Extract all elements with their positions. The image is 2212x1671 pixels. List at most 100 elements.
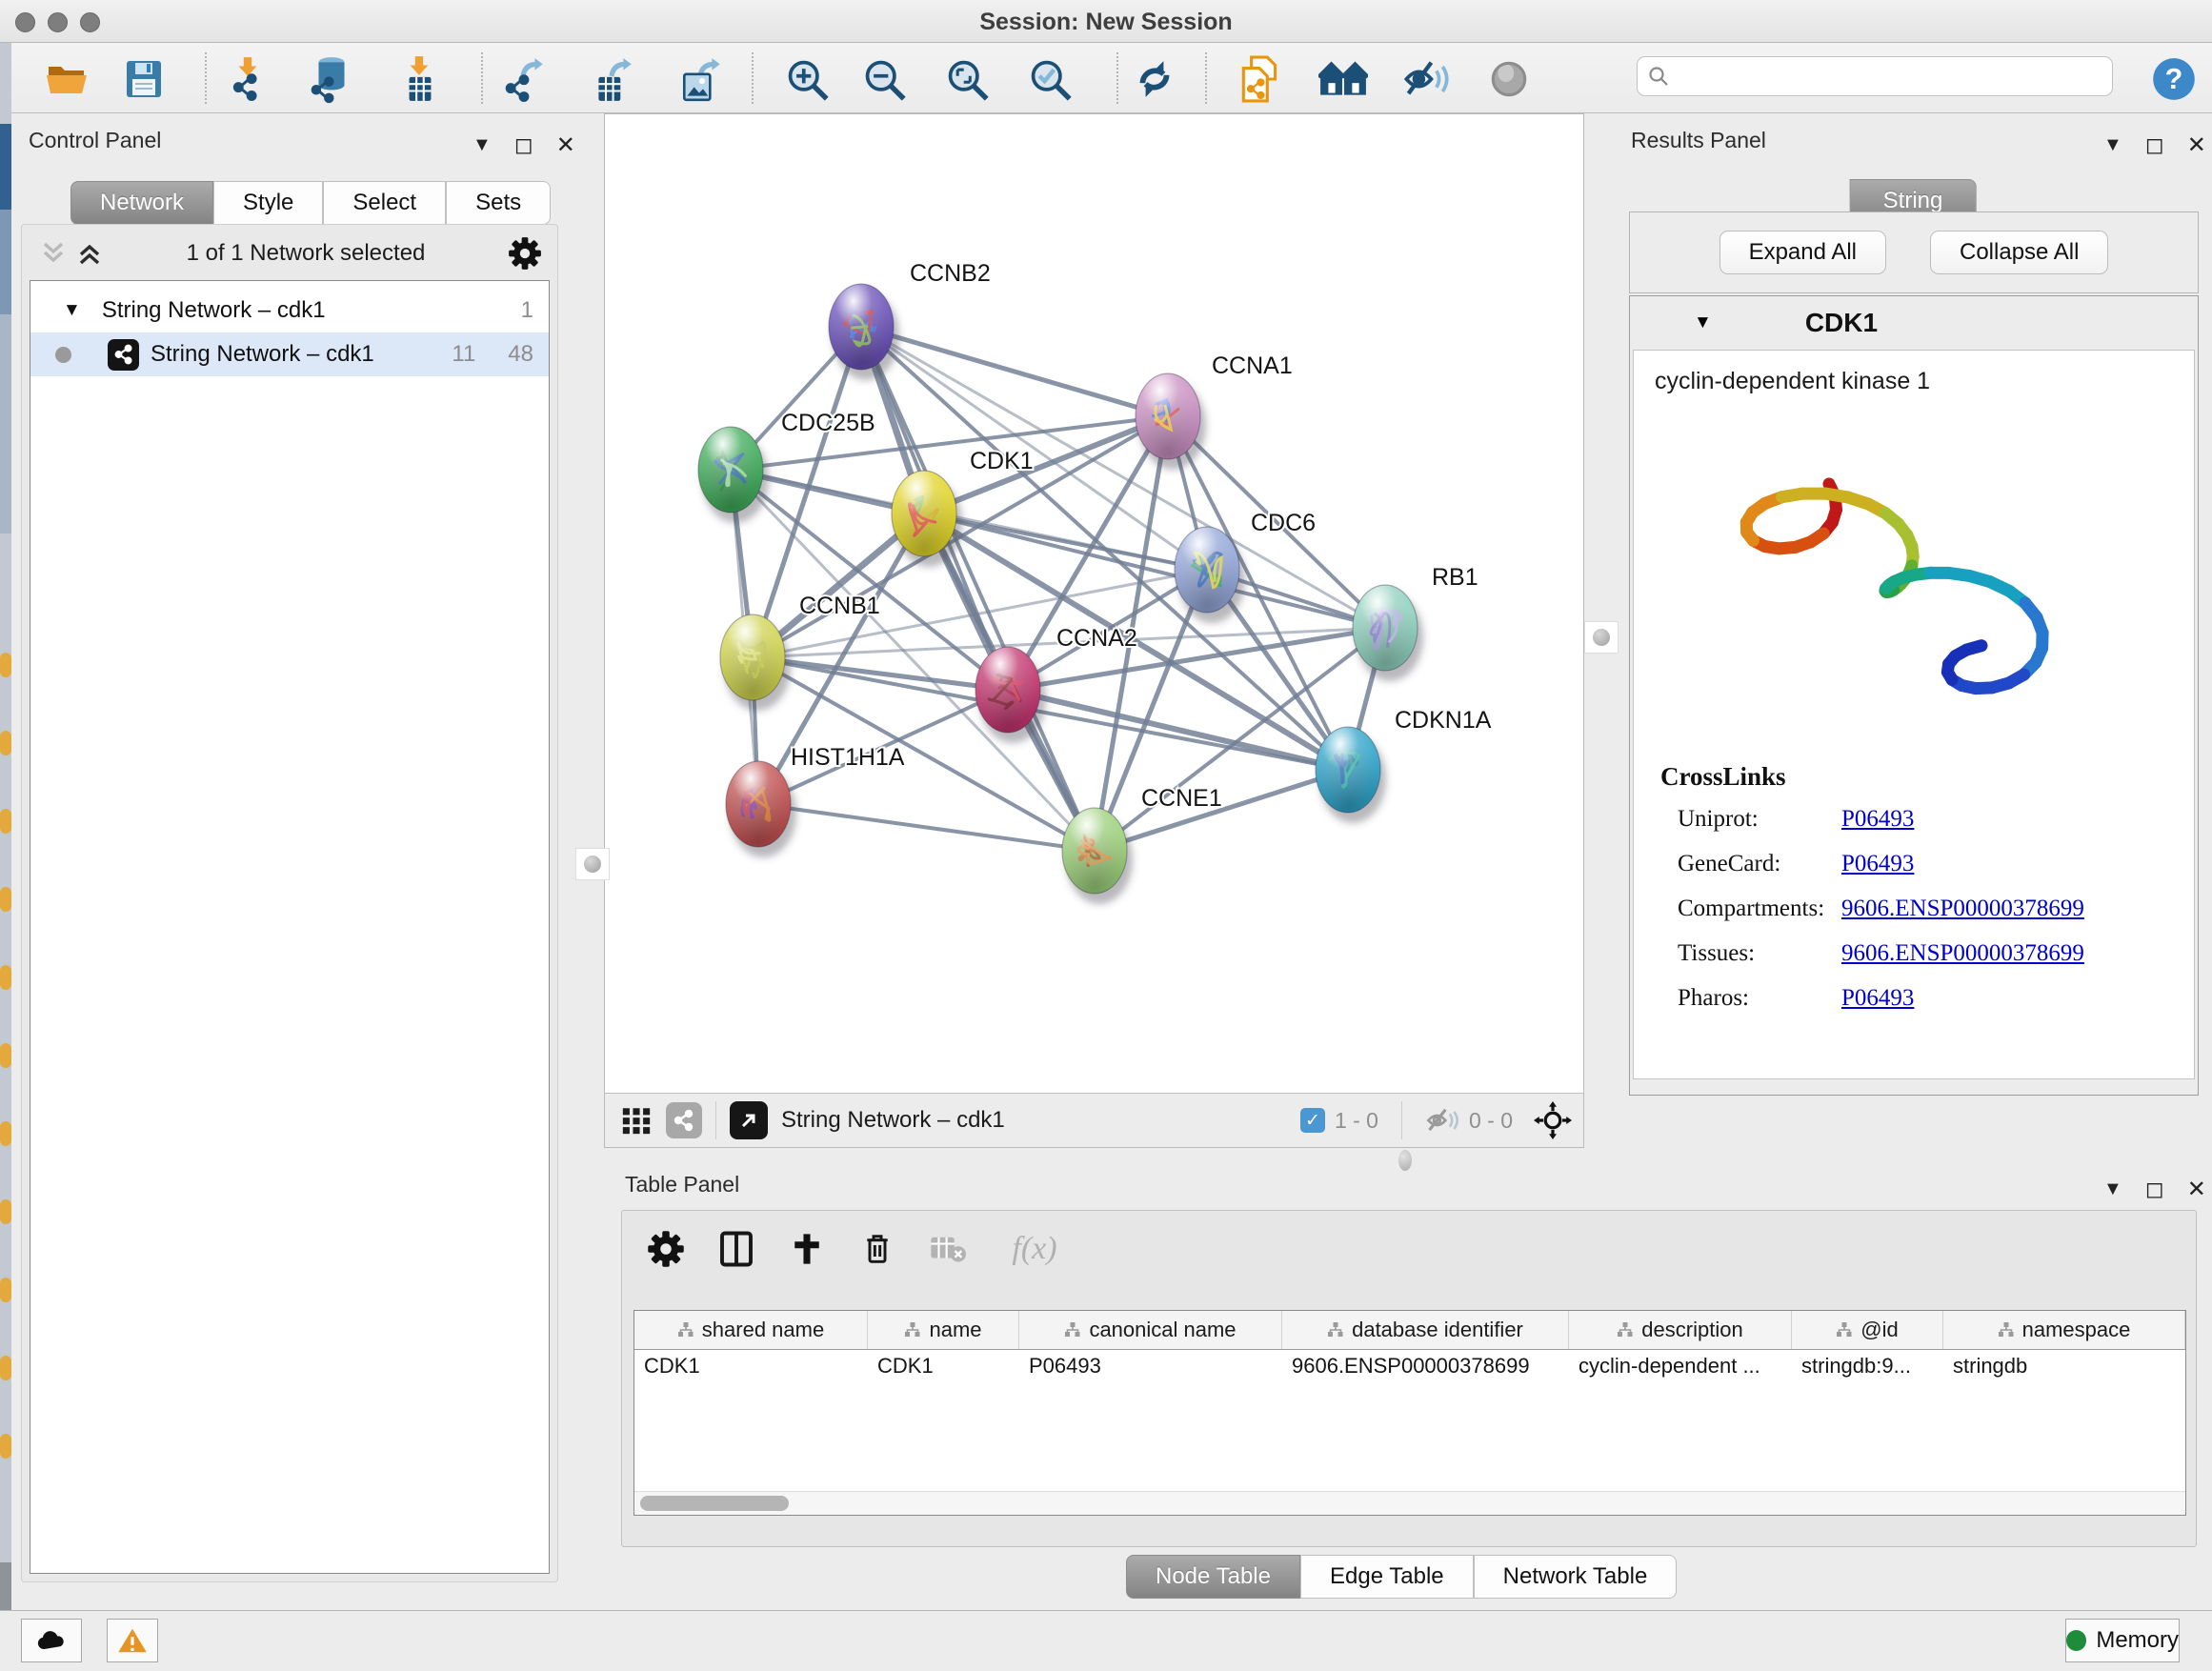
collapse-all-button[interactable]: Collapse All bbox=[1930, 231, 2108, 274]
save-session-icon[interactable] bbox=[119, 54, 169, 104]
right-splitter-handle[interactable] bbox=[1584, 621, 1619, 654]
zoom-in-icon[interactable] bbox=[782, 54, 832, 104]
help-icon[interactable]: ? bbox=[2149, 54, 2199, 104]
collection-collapse-icon[interactable]: ▼ bbox=[63, 300, 81, 321]
left-splitter-handle[interactable] bbox=[575, 848, 610, 880]
crosslink-link[interactable]: P06493 bbox=[1841, 806, 1914, 833]
search-icon bbox=[1647, 65, 1670, 88]
network-collection-row[interactable]: ▼ String Network – cdk1 1 bbox=[30, 289, 549, 332]
node-label-CCNA2: CCNA2 bbox=[1056, 625, 1137, 652]
network-node-CCNA2[interactable] bbox=[975, 647, 1046, 743]
tab-network-table[interactable]: Network Table bbox=[1474, 1555, 1678, 1599]
crosslink-label: Tissues: bbox=[1678, 940, 1755, 967]
network-node-HIST1H1A[interactable] bbox=[726, 761, 796, 857]
show-all-icon[interactable] bbox=[1484, 54, 1534, 104]
table-cell: stringdb:9... bbox=[1792, 1349, 1943, 1383]
refresh-icon[interactable] bbox=[1130, 54, 1179, 104]
network-node-CCNB1[interactable] bbox=[720, 614, 791, 711]
import-network-database-icon[interactable] bbox=[307, 54, 356, 104]
tab-sets[interactable]: Sets bbox=[446, 181, 551, 225]
import-network-file-icon[interactable] bbox=[224, 54, 273, 104]
collapse-all-networks-icon[interactable] bbox=[39, 240, 68, 267]
scrollbar-thumb[interactable] bbox=[640, 1496, 789, 1511]
column-header-id[interactable]: @id bbox=[1792, 1311, 1943, 1349]
network-node-RB1[interactable] bbox=[1353, 585, 1423, 681]
open-in-window-icon[interactable] bbox=[730, 1101, 768, 1139]
table-cell: P06493 bbox=[1019, 1349, 1282, 1383]
results-panel-menu-icon[interactable]: ▼ bbox=[2103, 134, 2122, 156]
results-panel-float-icon[interactable]: ◻ bbox=[2145, 131, 2164, 159]
tab-network[interactable]: Network bbox=[70, 181, 213, 225]
export-table-icon[interactable] bbox=[589, 54, 638, 104]
network-options-gear-icon[interactable] bbox=[508, 236, 542, 271]
column-tree-icon bbox=[1836, 1321, 1853, 1339]
network-canvas[interactable]: CCNB2 CCNA1 CDC25B CDK1 CDC6 RB1 bbox=[605, 114, 1583, 1094]
entry-collapse-icon[interactable]: ▼ bbox=[1694, 312, 1712, 333]
zoom-fit-icon[interactable] bbox=[942, 54, 992, 104]
control-panel-menu-icon[interactable]: ▼ bbox=[473, 134, 492, 156]
show-columns-icon[interactable] bbox=[715, 1228, 757, 1270]
network-row[interactable]: String Network – cdk1 11 48 bbox=[30, 332, 549, 376]
tab-style[interactable]: Style bbox=[213, 181, 323, 225]
control-panel-close-icon[interactable]: ✕ bbox=[556, 131, 575, 159]
birdseye-icon[interactable] bbox=[1318, 54, 1368, 104]
table-panel-float-icon[interactable]: ◻ bbox=[2145, 1176, 2164, 1203]
node-label-CCNB1: CCNB1 bbox=[799, 593, 880, 619]
background-window-strip bbox=[0, 43, 11, 1671]
table-cell: CDK1 bbox=[868, 1349, 1019, 1383]
network-view-title: String Network – cdk1 bbox=[781, 1107, 1005, 1134]
search-input[interactable] bbox=[1670, 63, 2069, 90]
column-header-name[interactable]: name bbox=[868, 1311, 1019, 1349]
column-header-shared-name[interactable]: shared name bbox=[634, 1311, 868, 1349]
crosslink-link[interactable]: 9606.ENSP00000378699 bbox=[1841, 896, 2084, 922]
crosslink-link[interactable]: 9606.ENSP00000378699 bbox=[1841, 940, 2084, 967]
table-horizontal-scrollbar[interactable] bbox=[634, 1491, 2185, 1515]
expand-all-button[interactable]: Expand All bbox=[1719, 231, 1886, 274]
network-node-CDKN1A[interactable] bbox=[1316, 727, 1386, 823]
hide-selected-icon[interactable] bbox=[1401, 54, 1451, 104]
results-panel-close-icon[interactable]: ✕ bbox=[2187, 131, 2206, 159]
warnings-button[interactable] bbox=[107, 1619, 158, 1662]
tab-node-table[interactable]: Node Table bbox=[1126, 1555, 1300, 1599]
column-header-database-identifier[interactable]: database identifier bbox=[1282, 1311, 1569, 1349]
zoom-selected-icon[interactable] bbox=[1025, 54, 1075, 104]
export-image-icon[interactable] bbox=[677, 54, 727, 104]
hidden-eye-icon[interactable] bbox=[1425, 1106, 1459, 1135]
tab-edge-table[interactable]: Edge Table bbox=[1300, 1555, 1474, 1599]
column-header-namespace[interactable]: namespace bbox=[1943, 1311, 2185, 1349]
result-entry-header[interactable]: ▼ CDK1 bbox=[1633, 299, 2195, 347]
pan-crosshair-icon[interactable] bbox=[1534, 1101, 1572, 1139]
crosslink-link[interactable]: P06493 bbox=[1841, 851, 1914, 877]
toolbar-search-box[interactable] bbox=[1637, 56, 2113, 96]
crosslink-row: Tissues: 9606.ENSP00000378699 bbox=[1678, 940, 2173, 967]
open-file-icon[interactable] bbox=[42, 54, 91, 104]
zoom-out-icon[interactable] bbox=[859, 54, 909, 104]
table-settings-gear-icon[interactable] bbox=[645, 1228, 687, 1270]
crosslink-link[interactable]: P06493 bbox=[1841, 985, 1914, 1012]
column-tree-icon bbox=[1998, 1321, 2015, 1339]
table-panel-close-icon[interactable]: ✕ bbox=[2187, 1176, 2206, 1203]
network-node-CCNE1[interactable] bbox=[1062, 808, 1133, 904]
node-label-CDC25B: CDC25B bbox=[781, 410, 875, 436]
import-table-icon[interactable] bbox=[395, 54, 445, 104]
memory-status-dot bbox=[2066, 1630, 2086, 1651]
network-node-CCNB2[interactable] bbox=[829, 284, 899, 380]
export-network-icon[interactable] bbox=[500, 54, 550, 104]
tab-select[interactable]: Select bbox=[323, 181, 446, 225]
add-column-icon[interactable] bbox=[786, 1228, 828, 1270]
delete-column-icon[interactable] bbox=[856, 1228, 898, 1270]
memory-button[interactable]: Memory bbox=[2065, 1619, 2180, 1662]
column-header-description[interactable]: description bbox=[1569, 1311, 1792, 1349]
table-panel-menu-icon[interactable]: ▼ bbox=[2103, 1178, 2122, 1200]
crosslink-label: Compartments: bbox=[1678, 896, 1824, 922]
control-panel-float-icon[interactable]: ◻ bbox=[514, 131, 533, 159]
cloud-status-button[interactable] bbox=[21, 1619, 82, 1662]
network-manager: 1 of 1 Network selected ▼ String Network… bbox=[21, 224, 558, 1582]
selected-nodes-checkbox[interactable]: ✓ bbox=[1300, 1108, 1325, 1133]
network-view-footer: String Network – cdk1 ✓ 1 - 0 0 - 0 bbox=[605, 1093, 1583, 1147]
column-header-canonical-name[interactable]: canonical name bbox=[1019, 1311, 1282, 1349]
expand-all-networks-icon[interactable] bbox=[75, 240, 104, 267]
grid-view-icon[interactable] bbox=[620, 1104, 653, 1137]
table-row[interactable]: CDK1CDK1P064939606.ENSP00000378699cyclin… bbox=[634, 1349, 2186, 1383]
clone-network-icon[interactable] bbox=[1236, 54, 1285, 104]
